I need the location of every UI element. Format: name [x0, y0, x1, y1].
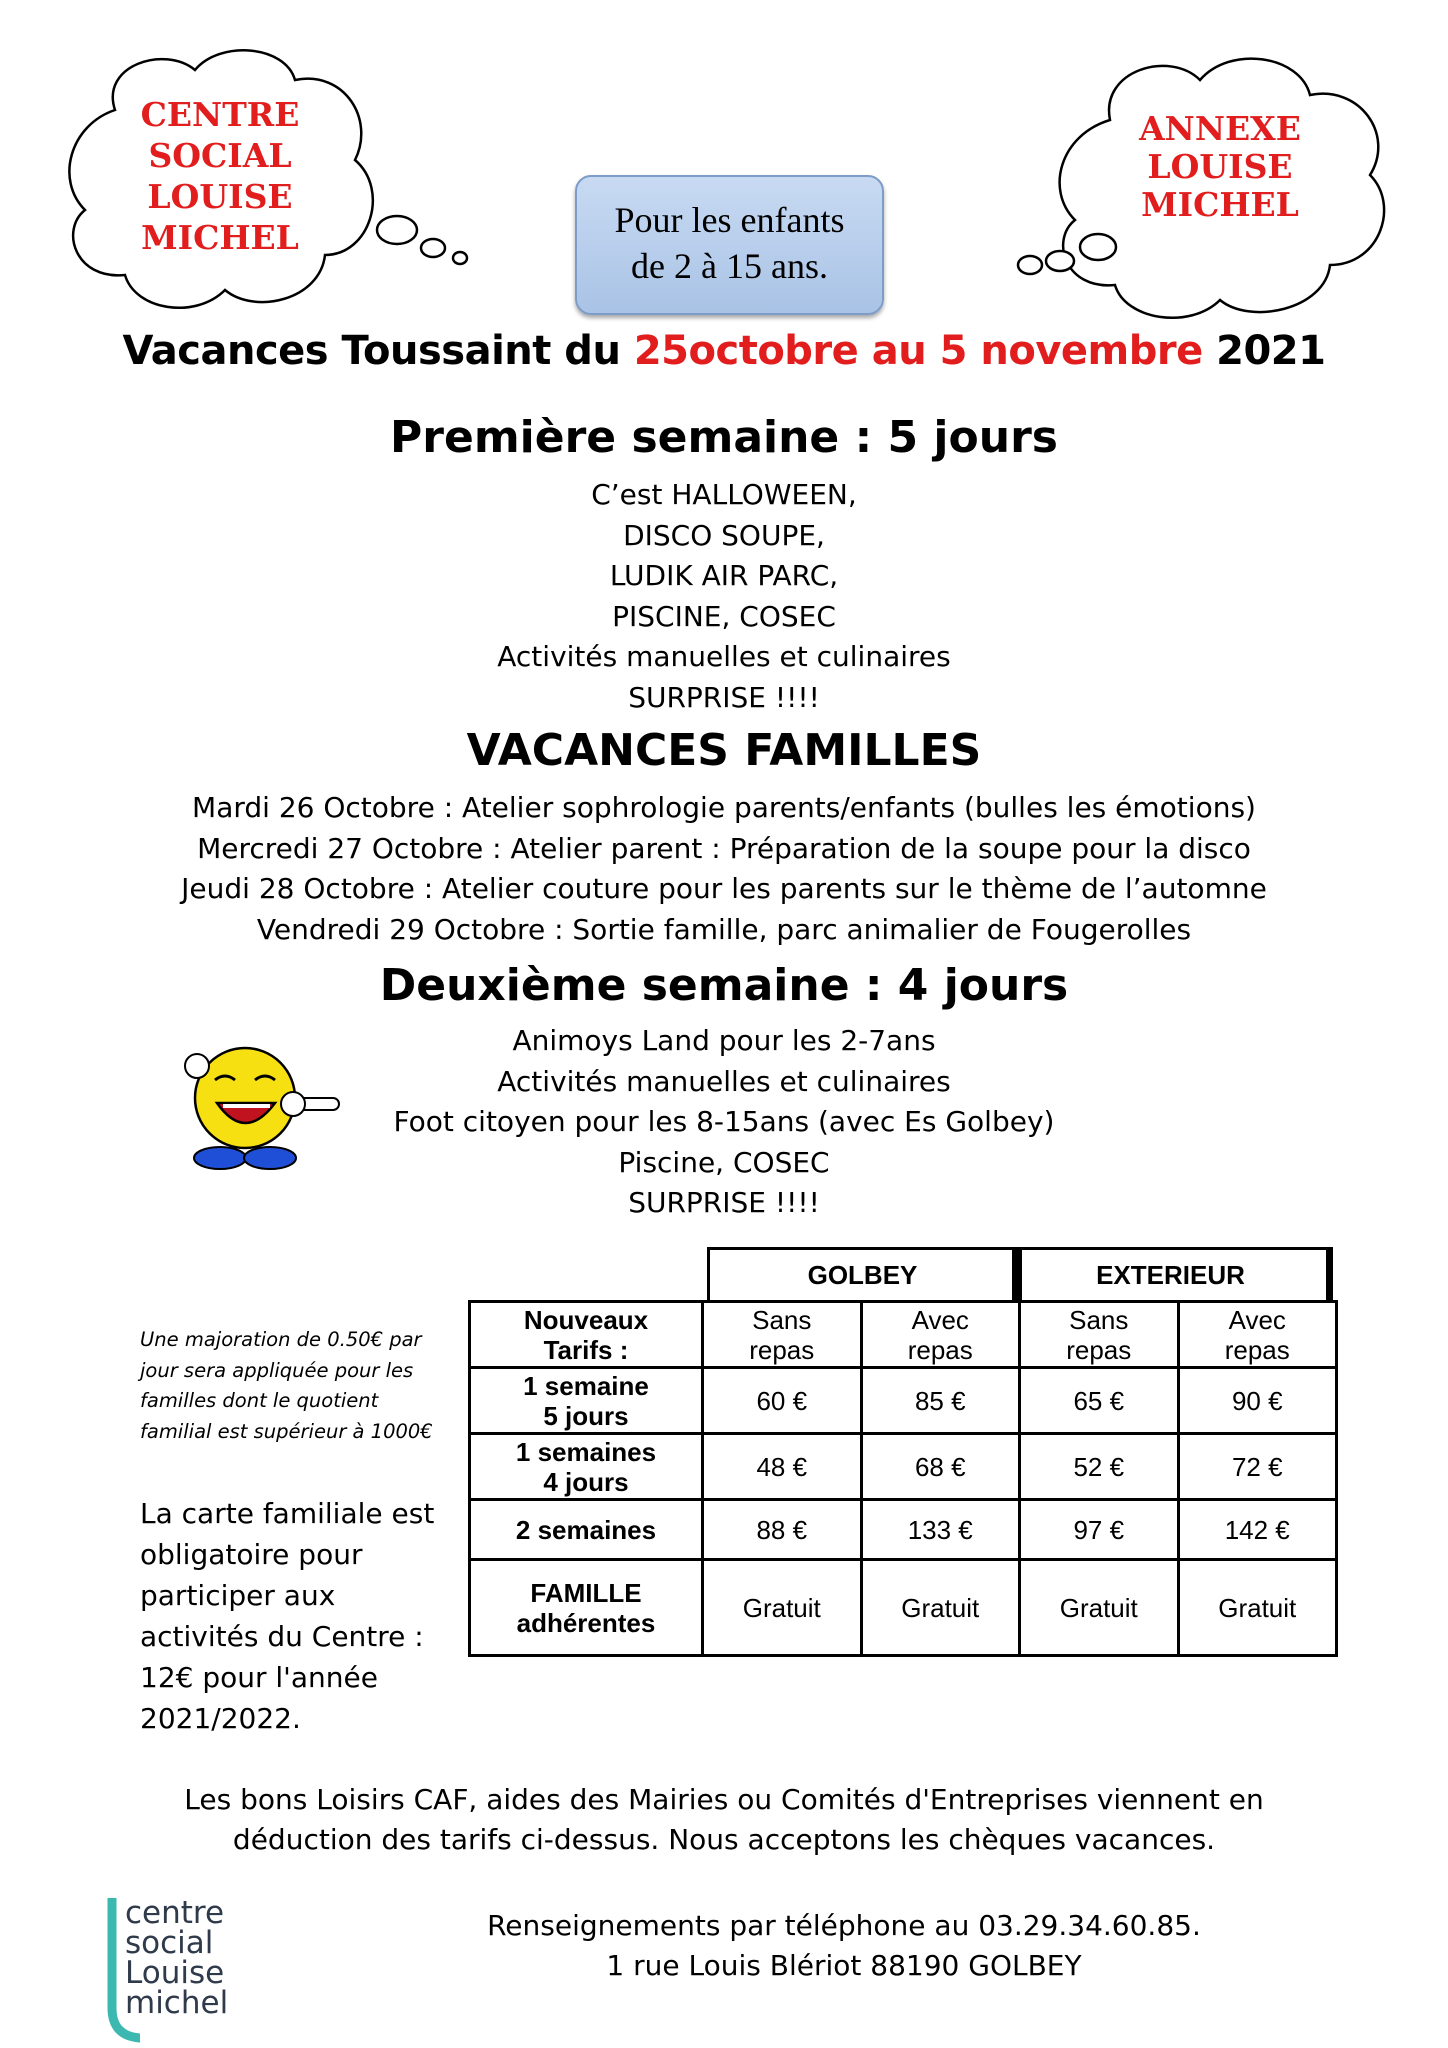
exterieur-header: EXTERIEUR	[1012, 1247, 1329, 1303]
col-header: Avec repas	[859, 1300, 1021, 1369]
table-cell: 97 €	[1018, 1498, 1180, 1561]
logo-text: centre social Louise michel	[125, 1895, 229, 2021]
left-cloud-text: CENTRE SOCIAL LOUISE MICHEL	[140, 95, 300, 257]
table-cell: 65 €	[1018, 1366, 1180, 1435]
left-cloud-bubbles	[375, 214, 469, 266]
table-cell: Gratuit	[1018, 1558, 1180, 1657]
list-item: Mardi 26 Octobre : Atelier sophrologie p…	[192, 791, 1256, 824]
title-year: 2021	[1202, 328, 1326, 374]
contact-text: Renseignements par téléphone au 03.29.34…	[487, 1909, 1201, 1982]
table-row: 2 semaines 88 € 133 € 97 € 142 €	[468, 1498, 1338, 1561]
families-title: VACANCES FAMILLES	[466, 725, 982, 776]
table-cell: Gratuit	[859, 1558, 1021, 1657]
week1-title: Première semaine : 5 jours	[390, 412, 1058, 463]
row-label: 1 semaines 4 jours	[468, 1432, 704, 1501]
table-cell: 85 €	[859, 1366, 1021, 1435]
week1-list: C’est HALLOWEEN, DISCO SOUPE, LUDIK AIR …	[0, 475, 1448, 718]
table-cell: Gratuit	[1176, 1558, 1338, 1657]
title-dates: 25octobre au 5 novembre	[633, 328, 1203, 374]
table-corner: Nouveaux Tarifs :	[468, 1300, 704, 1369]
age-box: Pour les enfants de 2 à 15 ans.	[575, 175, 884, 315]
list-item: PISCINE, COSEC	[612, 599, 836, 633]
list-item: SURPRISE !!!!	[628, 1186, 820, 1219]
table-cell: 72 €	[1176, 1432, 1338, 1501]
table-row: Nouveaux Tarifs : Sans repas Avec repas San…	[468, 1300, 1338, 1369]
list-item: Jeudi 28 Octobre : Atelier couture pour …	[181, 872, 1267, 905]
list-item: C’est HALLOWEEN,	[591, 478, 857, 511]
caf-text: Les bons Loisirs CAF, aides des Mairies …	[184, 1783, 1264, 1856]
col-header: Sans repas	[701, 1300, 863, 1369]
right-cloud-bubbles	[1016, 232, 1118, 276]
smiley-icon	[184, 1046, 340, 1170]
main-title: Vacances Toussaint du 25octobre au 5 nov…	[0, 328, 1448, 374]
row-label: 2 semaines	[468, 1498, 704, 1561]
table-cell: 52 €	[1018, 1432, 1180, 1501]
carte-familiale-text: La carte familiale est obligatoire pour …	[140, 1497, 435, 1735]
tarifs-table: Nouveaux Tarifs : Sans repas Avec repas San…	[468, 1300, 1338, 1657]
table-cell: 48 €	[701, 1432, 863, 1501]
table-row: 1 semaines 4 jours 48 € 68 € 52 € 72 €	[468, 1432, 1338, 1501]
list-item: LUDIK AIR PARC,	[609, 559, 839, 592]
col-header: Avec repas	[1176, 1300, 1338, 1369]
table-cell: 60 €	[701, 1366, 863, 1435]
table-cell: 88 €	[701, 1498, 863, 1561]
table-cell: 133 €	[859, 1498, 1021, 1561]
title-part: Vacances Toussaint du	[122, 328, 634, 374]
table-cell: 90 €	[1176, 1366, 1338, 1435]
golbey-header: GOLBEY	[707, 1247, 1018, 1303]
list-item: DISCO SOUPE,	[623, 518, 825, 552]
row-label: FAMILLE adhérentes	[468, 1558, 704, 1657]
table-row: FAMILLE adhérentes Gratuit Gratuit Gratui…	[468, 1558, 1338, 1657]
age-box-line: de 2 à 15 ans.	[631, 246, 828, 286]
table-cell: Gratuit	[701, 1558, 863, 1657]
col-header: Sans repas	[1018, 1300, 1180, 1369]
right-cloud-text: ANNEXE LOUISE MICHEL	[1139, 109, 1301, 224]
families-list: Mardi 26 Octobre : Atelier sophrologie p…	[0, 788, 1448, 950]
table-cell: 68 €	[859, 1432, 1021, 1501]
table-row: 1 semaine 5 jours 60 € 85 € 65 € 90 €	[468, 1366, 1338, 1435]
week2-title: Deuxième semaine : 4 jours	[379, 960, 1069, 1011]
list-item: Vendredi 29 Octobre : Sortie famille, pa…	[256, 912, 1192, 946]
table-cell: 142 €	[1176, 1498, 1338, 1561]
list-item: Mercredi 27 Octobre : Atelier parent : P…	[197, 831, 1251, 865]
majoration-note: Une majoration de 0.50€ par jour sera ap…	[140, 1328, 433, 1443]
list-item: Activités manuelles et culinaires	[497, 640, 951, 673]
row-label: 1 semaine 5 jours	[468, 1366, 704, 1435]
age-box-line: Pour les enfants	[614, 200, 845, 240]
list-item: SURPRISE !!!!	[628, 680, 820, 714]
